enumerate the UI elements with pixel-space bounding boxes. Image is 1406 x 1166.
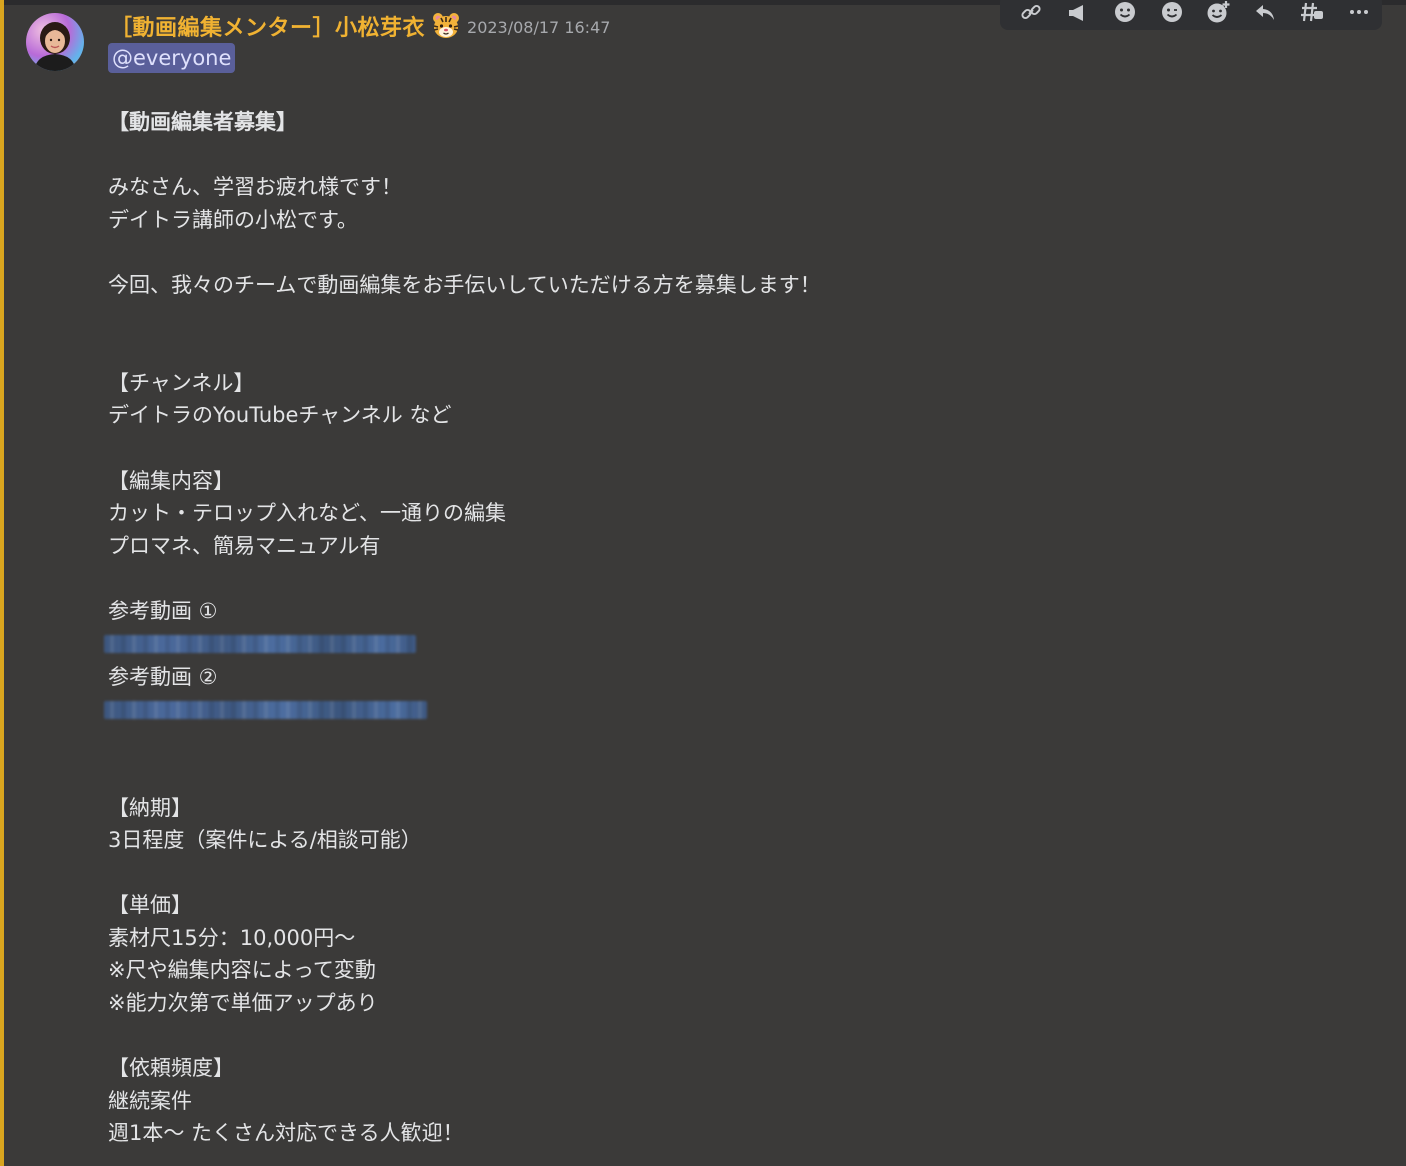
deadline-heading: 【納期】 [108, 796, 192, 820]
link-icon[interactable] [1008, 0, 1055, 28]
emoji-reaction-icon[interactable] [1102, 0, 1149, 28]
reference-link-1[interactable] [104, 635, 416, 653]
author-name[interactable]: ［動画編集メンター］小松芽衣 [110, 10, 425, 42]
price-value-2: ※尺や編集内容によって変動 [108, 958, 376, 982]
content-heading: 【編集内容】 [108, 469, 234, 493]
channel-value: デイトラのYouTubeチャンネル など [108, 403, 452, 427]
reference-video-1-label: 参考動画 ① [108, 599, 218, 623]
price-value-1: 素材尺15分：10,000円〜 [108, 926, 356, 950]
reference-link-2[interactable] [104, 701, 427, 719]
intro-line: 今回、我々のチームで動画編集をお手伝いしていただける方を募集します！ [108, 273, 821, 297]
message-timestamp[interactable]: 2023/08/17 16:47 [467, 18, 610, 37]
post-title: 【動画編集者募集】 [108, 110, 297, 134]
emoji-add-icon[interactable] [1195, 0, 1242, 28]
emoji-smile-icon[interactable] [1148, 0, 1195, 28]
frequency-heading: 【依頼頻度】 [108, 1056, 234, 1080]
deadline-value: 3日程度（案件による/相談可能） [108, 828, 422, 852]
greeting-line-1: みなさん、学習お疲れ様です！ [108, 175, 402, 199]
avatar[interactable] [26, 13, 84, 71]
price-value-3: ※能力次第で単価アップあり [108, 991, 378, 1015]
tiger-face-icon[interactable] [431, 11, 461, 41]
reply-icon[interactable] [1242, 0, 1289, 28]
frequency-value-2: 週1本〜 たくさん対応できる人歓迎！ [108, 1121, 464, 1145]
more-icon[interactable] [1335, 0, 1382, 28]
frequency-value-1: 継続案件 [108, 1089, 192, 1113]
message-header: ［動画編集メンター］小松芽衣 2023/08/17 16:47 [110, 9, 610, 43]
message-action-toolbar [1000, 0, 1382, 30]
megaphone-icon[interactable] [1055, 0, 1102, 28]
mention-highlight-bar [0, 0, 4, 1166]
thread-icon[interactable] [1289, 0, 1336, 28]
channel-heading: 【チャンネル】 [108, 371, 255, 395]
content-value-1: カット・テロップ入れなど、一通りの編集 [108, 501, 506, 525]
everyone-mention[interactable]: @everyone [108, 43, 236, 73]
greeting-line-2: デイトラ講師の小松です。 [108, 208, 358, 232]
price-heading: 【単価】 [108, 893, 192, 917]
content-value-2: プロマネ、簡易マニュアル有 [108, 534, 381, 558]
reference-video-2-label: 参考動画 ② [108, 665, 218, 689]
